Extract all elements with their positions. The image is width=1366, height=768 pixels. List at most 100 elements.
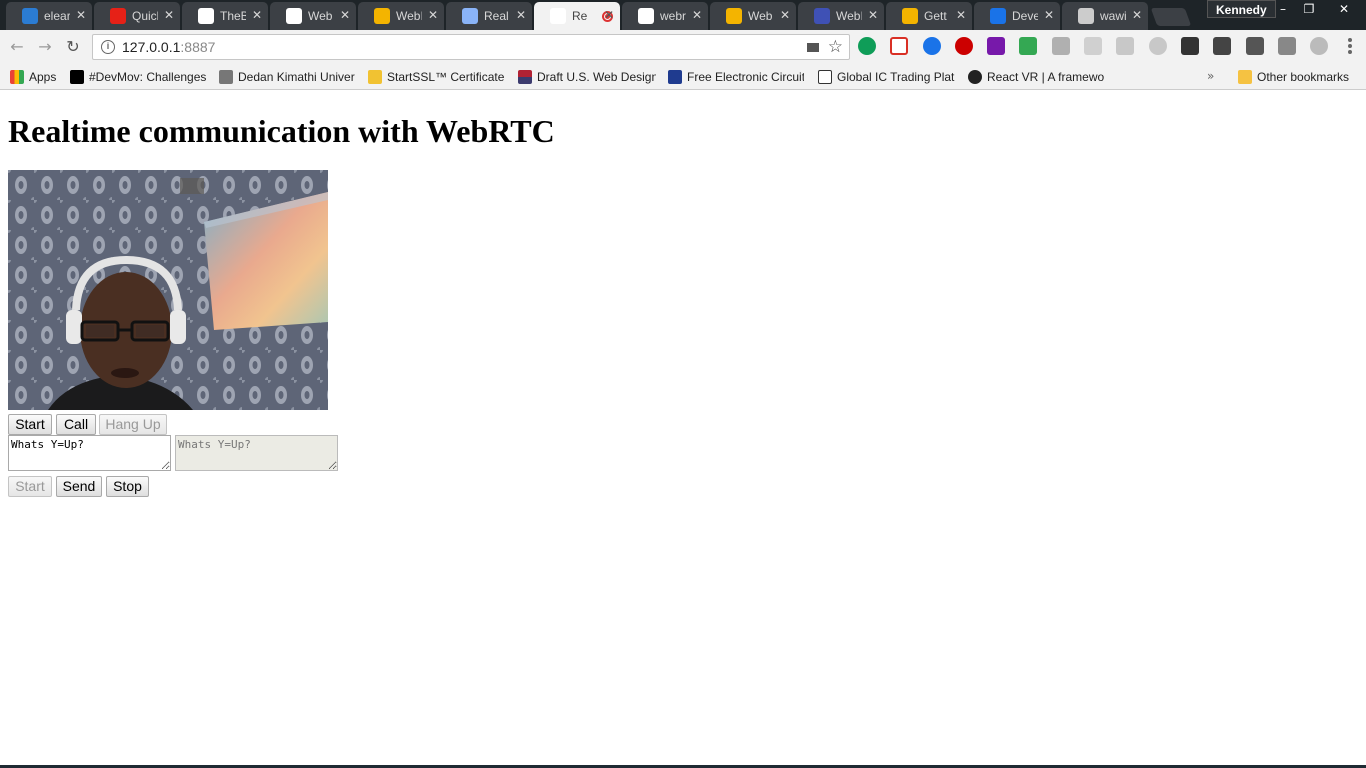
browser-tab[interactable]: Re ✕	[534, 2, 620, 30]
chrome-webstore-icon	[902, 8, 918, 24]
bus-extension-icon[interactable]	[1180, 37, 1199, 55]
title-bar: elear✕Quick✕TheB✕Web✕WebI✕Real✕Re✕webr✕W…	[0, 0, 1366, 30]
browser-tab[interactable]: elear ✕	[6, 2, 92, 30]
menu-dots-icon[interactable]	[1348, 38, 1352, 56]
bookmark-react-vr[interactable]: React VR | A framewo	[968, 67, 1106, 87]
tab-label: Gett	[924, 9, 947, 23]
stop-button[interactable]: Stop	[106, 476, 149, 497]
onenote-extension-icon[interactable]	[987, 37, 1006, 55]
extension-icons	[858, 37, 1342, 55]
bookmark-us-web-design[interactable]: Draft U.S. Web Design	[518, 67, 656, 87]
tab-label: Re	[572, 9, 588, 23]
bookmark-devmov[interactable]: #DevMov: Challenges	[70, 67, 210, 87]
hangouts-extension-icon[interactable]	[858, 37, 876, 55]
page-icon	[462, 8, 478, 24]
back-button[interactable]: ←	[8, 38, 26, 56]
data-channel-receive-textarea[interactable]	[175, 435, 338, 471]
address-url[interactable]: 127.0.0.1:8887	[122, 39, 215, 55]
browser-tab[interactable]: WebI ✕	[798, 2, 884, 30]
close-tab-icon[interactable]: ✕	[604, 8, 614, 22]
tab-label: webr	[660, 9, 686, 23]
bookmarks-overflow-button[interactable]: »	[1207, 69, 1214, 83]
bookmark-startssl[interactable]: StartSSL™ Certificates	[368, 67, 504, 87]
new-tab-button[interactable]	[1150, 8, 1192, 26]
minimize-button[interactable]: –	[1270, 0, 1296, 18]
browser-tab[interactable]: Quick ✕	[94, 2, 180, 30]
reload-button[interactable]: ↻	[64, 38, 82, 56]
bookmark-dedan-kimathi[interactable]: Dedan Kimathi Univer	[219, 67, 355, 87]
close-tab-icon[interactable]: ✕	[1044, 8, 1054, 22]
close-tab-icon[interactable]: ✕	[516, 8, 526, 22]
bookmark-apps[interactable]: Apps	[10, 67, 62, 87]
counter-extension-icon[interactable]	[1019, 37, 1038, 55]
bookmarks-bar: Apps #DevMov: Challenges Dedan Kimathi U…	[0, 64, 1366, 90]
tab-label: Web	[748, 9, 773, 23]
browser-tab[interactable]: Web ✕	[710, 2, 796, 30]
browser-tab[interactable]: Real ✕	[446, 2, 532, 30]
browser-tab[interactable]: Gett ✕	[886, 2, 972, 30]
close-tab-icon[interactable]: ✕	[692, 8, 702, 22]
forward-button[interactable]: →	[36, 38, 54, 56]
close-tab-icon[interactable]: ✕	[1132, 8, 1142, 22]
hang-up-button[interactable]: Hang Up	[99, 414, 167, 435]
app-extension-icon[interactable]	[922, 37, 941, 55]
start-video-button[interactable]: Start	[8, 414, 52, 435]
tab-label: TheB	[220, 9, 246, 23]
browser-tab[interactable]: TheB ✕	[182, 2, 268, 30]
us-flag-icon	[518, 70, 532, 84]
close-tab-icon[interactable]: ✕	[76, 8, 86, 22]
other-bookmarks[interactable]: Other bookmarks	[1238, 67, 1358, 87]
browser-toolbar: ← → ↻ i 127.0.0.1:8887 ☆	[0, 30, 1366, 64]
youtube-icon	[110, 8, 126, 24]
exit-extension-icon[interactable]	[1277, 37, 1296, 55]
cloud-extension-icon[interactable]	[1148, 37, 1167, 55]
close-tab-icon[interactable]: ✕	[780, 8, 790, 22]
bookmark-star-icon[interactable]: ☆	[828, 37, 843, 57]
call-button[interactable]: Call	[56, 414, 96, 435]
monitor-extension-icon[interactable]	[1051, 37, 1070, 55]
browser-tab[interactable]: webr ✕	[622, 2, 708, 30]
start-data-button[interactable]: Start	[8, 476, 52, 497]
send-button[interactable]: Send	[56, 476, 102, 497]
tab-label: Quick	[132, 9, 158, 23]
angular-extension-icon[interactable]	[1116, 37, 1135, 55]
bookmark-global-ic[interactable]: Global IC Trading Plat	[818, 67, 956, 87]
data-channel-send-textarea[interactable]	[8, 435, 171, 471]
browser-tab[interactable]: Deve ✕	[974, 2, 1060, 30]
local-video[interactable]	[8, 170, 328, 410]
close-tab-icon[interactable]: ✕	[164, 8, 174, 22]
tab-label: Deve	[1012, 9, 1038, 23]
webstore-icon	[726, 8, 742, 24]
tab-label: Web	[308, 9, 333, 23]
bulb-extension-icon[interactable]	[1245, 37, 1264, 55]
close-tab-icon[interactable]: ✕	[956, 8, 966, 22]
gmail-extension-icon[interactable]	[890, 37, 909, 55]
tab-strip: elear✕Quick✕TheB✕Web✕WebI✕Real✕Re✕webr✕W…	[6, 2, 1192, 30]
profile-button[interactable]: Kennedy	[1207, 0, 1276, 18]
site-info-icon[interactable]: i	[101, 40, 115, 54]
webcam-frame-image	[8, 170, 328, 410]
cloud-sync-extension-icon[interactable]	[1310, 37, 1329, 55]
browser-tab[interactable]: WebI ✕	[358, 2, 444, 30]
folder-icon	[1238, 70, 1252, 84]
clipboard-extension-icon[interactable]	[1213, 37, 1232, 55]
camera-in-use-icon[interactable]	[807, 43, 819, 52]
browser-tab[interactable]: wawi ✕	[1062, 2, 1148, 30]
page-content: Realtime communication with WebRTC Start…	[0, 91, 1366, 768]
close-window-button[interactable]: ✕	[1322, 0, 1366, 18]
tab-label: wawi	[1100, 9, 1126, 23]
google-icon	[286, 8, 302, 24]
browser-tab[interactable]: Web ✕	[270, 2, 356, 30]
close-tab-icon[interactable]: ✕	[252, 8, 262, 22]
address-bar[interactable]: i 127.0.0.1:8887 ☆	[92, 34, 850, 60]
page-icon	[1078, 8, 1094, 24]
bookmark-electronic-circuit[interactable]: Free Electronic Circuit	[668, 67, 804, 87]
gear-extension-icon[interactable]	[1084, 37, 1103, 55]
close-tab-icon[interactable]: ✕	[868, 8, 878, 22]
close-tab-icon[interactable]: ✕	[340, 8, 350, 22]
restore-button[interactable]: ❐	[1296, 0, 1322, 18]
adblock-extension-icon[interactable]	[954, 37, 973, 55]
close-tab-icon[interactable]: ✕	[428, 8, 438, 22]
onedrive-icon	[22, 8, 38, 24]
window-controls: – ❐ ✕	[1270, 0, 1366, 18]
